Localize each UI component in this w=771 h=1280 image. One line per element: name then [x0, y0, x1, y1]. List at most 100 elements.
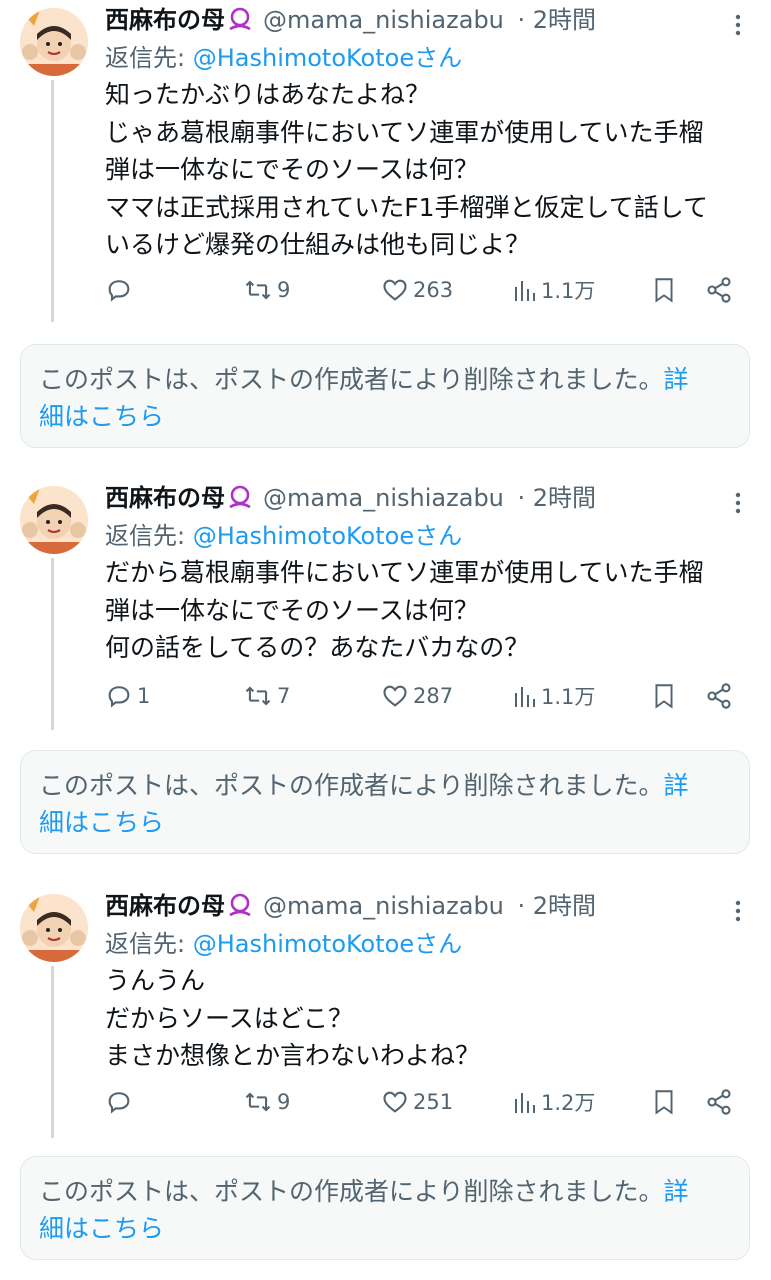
tweet-line: だからソースはどこ？ [105, 1003, 354, 1033]
tweet-line: まさか想像とか言わないわよね？ [105, 1041, 481, 1070]
views-count: 1.1万 [541, 279, 596, 303]
tweet-line: うんうん [105, 966, 206, 995]
views-button[interactable]: 1.2万 [513, 1082, 595, 1122]
thread-line [51, 80, 54, 322]
user-handle[interactable]: @mama_nishiazabu [263, 6, 504, 34]
display-name[interactable]: 西麻布の母 [105, 892, 225, 920]
views-count: 1.2万 [541, 1091, 596, 1115]
learn-more-link[interactable]: 細はこちら [39, 1214, 164, 1243]
repost-icon [243, 682, 273, 710]
repost-icon [243, 1088, 273, 1116]
reply-to-link[interactable]: @HashimotoKotoeさん [193, 930, 462, 958]
views-button[interactable]: 1.1万 [513, 676, 595, 716]
tweet-text: うんうん だからソースはどこ？ まさか想像とか言わないわよね？ [105, 962, 745, 1075]
reply-to: 返信先: @HashimotoKotoeさん [105, 926, 462, 962]
timestamp[interactable]: · 2時間 [518, 892, 597, 920]
bookmark-button[interactable] [651, 676, 677, 716]
tweet-1[interactable]: 西麻布の母 @mama_nishiazabu · 2時間 返信先: @Hashim… [0, 0, 771, 330]
views-count: 1.1万 [541, 685, 596, 709]
deleted-notice-text: このポストは、ポストの作成者により削除されました。 [39, 1177, 664, 1206]
heart-icon [381, 1088, 409, 1116]
repost-count: 9 [277, 1090, 291, 1114]
tweet-line: ママは正式採用されていたF1手榴弾と仮定して話して [105, 192, 709, 222]
repost-button[interactable]: 9 [243, 1082, 290, 1122]
share-icon [705, 682, 733, 710]
deleted-notice-text: このポストは、ポストの作成者により削除されました。 [39, 365, 664, 394]
reply-to-prefix: 返信先: [105, 522, 193, 550]
analytics-icon [513, 683, 537, 709]
thread-line [51, 966, 54, 1138]
reply-to-prefix: 返信先: [105, 44, 193, 72]
like-count: 251 [413, 1090, 454, 1114]
like-count: 287 [413, 684, 454, 708]
bookmark-button[interactable] [651, 270, 677, 310]
analytics-icon [513, 1089, 537, 1115]
reply-to-link[interactable]: @HashimotoKotoeさん [193, 522, 462, 550]
like-button[interactable]: 263 [381, 270, 453, 310]
share-button[interactable] [705, 270, 733, 310]
views-button[interactable]: 1.1万 [513, 270, 595, 310]
more-options-icon[interactable] [728, 488, 748, 518]
analytics-icon [513, 277, 537, 303]
like-button[interactable]: 287 [381, 676, 453, 716]
avatar[interactable] [20, 8, 88, 76]
deleted-post-notice: このポストは、ポストの作成者により削除されました。詳 細はこちら [20, 344, 750, 448]
reply-icon [105, 682, 133, 710]
repost-count: 9 [277, 278, 291, 302]
deleted-post-notice: このポストは、ポストの作成者により削除されました。詳 細はこちら [20, 750, 750, 854]
action-bar: 9 263 1.1万 [105, 270, 745, 310]
affiliation-badge-icon [227, 484, 253, 520]
reply-button[interactable] [105, 1082, 137, 1122]
user-handle[interactable]: @mama_nishiazabu [263, 484, 504, 512]
avatar[interactable] [20, 894, 88, 962]
timestamp[interactable]: · 2時間 [518, 6, 597, 34]
reply-to-prefix: 返信先: [105, 930, 193, 958]
reply-button[interactable]: 1 [105, 676, 150, 716]
bookmark-button[interactable] [651, 1082, 677, 1122]
bookmark-icon [651, 682, 677, 710]
share-button[interactable] [705, 676, 733, 716]
tweet-line: 知ったかぶりはあなたよね？ [105, 80, 431, 109]
heart-icon [381, 682, 409, 710]
tweet-text: だから葛根廟事件においてソ連軍が使用していた手榴 弾は一体なにでそのソースは何？… [105, 554, 745, 667]
tweet-header: 西麻布の母 @mama_nishiazabu · 2時間 [105, 480, 596, 520]
reply-to: 返信先: @HashimotoKotoeさん [105, 40, 462, 76]
tweet-2[interactable]: 西麻布の母 @mama_nishiazabu · 2時間 返信先: @Hashim… [0, 478, 771, 738]
reply-icon [105, 276, 133, 304]
heart-icon [381, 276, 409, 304]
more-options-icon[interactable] [728, 896, 748, 926]
display-name[interactable]: 西麻布の母 [105, 484, 225, 512]
bookmark-icon [651, 276, 677, 304]
reply-icon [105, 1088, 133, 1116]
share-button[interactable] [705, 1082, 733, 1122]
repost-button[interactable]: 7 [243, 676, 290, 716]
learn-more-link[interactable]: 細はこちら [39, 808, 164, 837]
tweet-header: 西麻布の母 @mama_nishiazabu · 2時間 [105, 888, 596, 928]
learn-more-link[interactable]: 詳 [664, 365, 689, 394]
deleted-post-notice: このポストは、ポストの作成者により削除されました。詳 細はこちら [20, 1156, 750, 1260]
timestamp[interactable]: · 2時間 [518, 484, 597, 512]
tweet-line: 弾は一体なにでそのソースは何？ [105, 155, 479, 184]
action-bar: 9 251 1.2万 [105, 1082, 745, 1122]
reply-to: 返信先: @HashimotoKotoeさん [105, 518, 462, 554]
share-icon [705, 1088, 733, 1116]
reply-button[interactable] [105, 270, 137, 310]
affiliation-badge-icon [227, 892, 253, 928]
reply-to-link[interactable]: @HashimotoKotoeさん [193, 44, 462, 72]
repost-button[interactable]: 9 [243, 270, 290, 310]
tweet-3[interactable]: 西麻布の母 @mama_nishiazabu · 2時間 返信先: @Hashim… [0, 886, 771, 1146]
like-count: 263 [413, 278, 454, 302]
more-options-icon[interactable] [728, 10, 748, 40]
avatar[interactable] [20, 486, 88, 554]
thread-line [51, 558, 54, 730]
share-icon [705, 276, 733, 304]
user-handle[interactable]: @mama_nishiazabu [263, 892, 504, 920]
learn-more-link[interactable]: 詳 [664, 771, 689, 800]
affiliation-badge-icon [227, 6, 253, 42]
learn-more-link[interactable]: 細はこちら [39, 402, 164, 431]
display-name[interactable]: 西麻布の母 [105, 6, 225, 34]
reply-count: 1 [137, 684, 151, 708]
learn-more-link[interactable]: 詳 [664, 1177, 689, 1206]
tweet-line: じゃあ葛根廟事件においてソ連軍が使用していた手榴 [105, 117, 704, 147]
like-button[interactable]: 251 [381, 1082, 453, 1122]
